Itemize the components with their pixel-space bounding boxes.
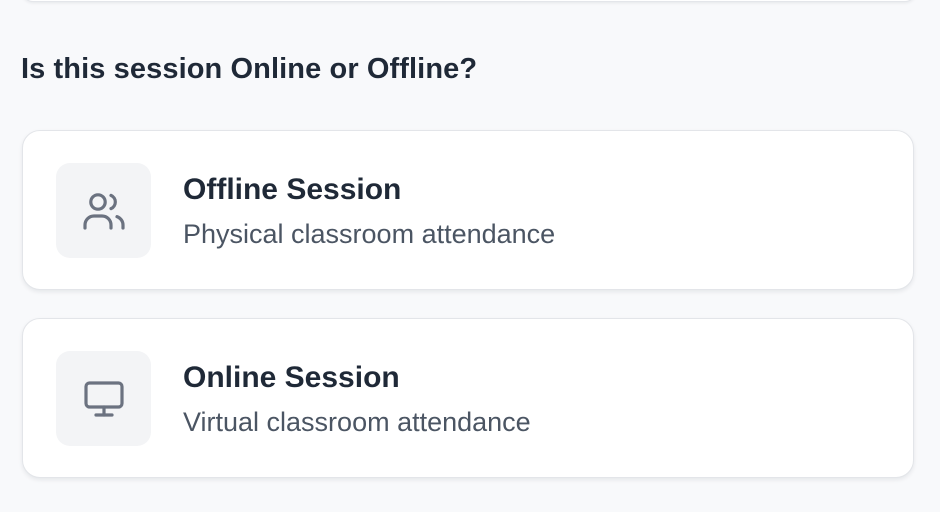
offline-session-option[interactable]: Offline Session Physical classroom atten…: [22, 130, 914, 290]
previous-card: [22, 0, 916, 2]
offline-icon-container: [56, 163, 151, 258]
users-icon: [82, 192, 125, 230]
offline-session-subtitle: Physical classroom attendance: [183, 219, 556, 249]
online-session-title: Online Session: [183, 361, 400, 394]
offline-session-title: Offline Session: [183, 173, 402, 206]
online-icon-container: [56, 351, 151, 446]
monitor-icon: [83, 380, 124, 417]
online-session-subtitle: Virtual classroom attendance: [183, 407, 531, 437]
session-type-page: Is this session Online or Offline? Offli…: [0, 0, 940, 512]
session-mode-question: Is this session Online or Offline?: [21, 53, 478, 85]
online-session-option[interactable]: Online Session Virtual classroom attenda…: [22, 318, 914, 478]
